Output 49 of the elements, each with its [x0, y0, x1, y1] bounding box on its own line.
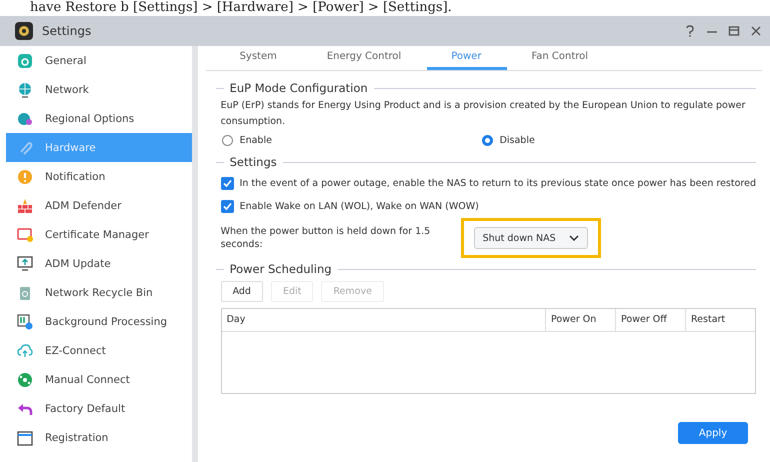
- sidebar-item[interactable]: General: [6, 46, 192, 75]
- sidebar-item[interactable]: Network: [6, 75, 192, 104]
- sidebar-item[interactable]: Background Processing: [6, 307, 192, 336]
- monitor-upload-icon: [17, 256, 33, 272]
- section-title: Power Scheduling: [230, 262, 332, 276]
- sidebar-item[interactable]: Registration: [6, 423, 192, 452]
- cloud-upload-icon: [17, 342, 33, 358]
- sidebar-item[interactable]: Manual Connect: [6, 365, 192, 394]
- help-icon: [684, 25, 696, 37]
- brick-wall-fire-icon: [17, 198, 33, 214]
- network-ball-icon: [17, 372, 33, 388]
- column-header: Power Off: [615, 309, 685, 331]
- globe-icon: [17, 82, 33, 98]
- column-header: Day: [226, 313, 246, 327]
- sidebar-item[interactable]: ADM Defender: [6, 191, 192, 220]
- sidebar-item[interactable]: Regional Options: [6, 104, 192, 133]
- button[interactable]: Add: [220, 281, 263, 302]
- checkbox[interactable]: [220, 177, 234, 190]
- maximize-icon: [728, 25, 740, 37]
- field-label: When the power button is held down for 1.5 seconds:: [220, 225, 432, 251]
- document-caption: have Restore b [Settings] > [Hardware] > [Power] > [Settings].: [29, 0, 453, 16]
- sidebar-item[interactable]: Factory Default: [6, 394, 192, 423]
- checkbox[interactable]: [220, 200, 234, 213]
- apply-button[interactable]: Apply: [678, 422, 748, 444]
- exclamation-icon: [17, 168, 33, 184]
- radio-button[interactable]: [222, 135, 233, 146]
- section-title: EuP Mode Configuration: [230, 81, 368, 95]
- tab[interactable]: Fan Control: [507, 46, 614, 70]
- chevron-down-icon: [568, 235, 579, 241]
- window-title: Settings: [42, 24, 92, 38]
- dropdown[interactable]: Shut down NAS: [474, 227, 588, 249]
- sidebar-item[interactable]: Network Recycle Bin: [6, 278, 192, 307]
- column-header: Power On: [545, 309, 615, 331]
- description-text: EuP (ErP) stands for Energy Using Product and is a provision created by the European Union to regulate power consumption.: [220, 99, 746, 129]
- close-icon: [750, 25, 762, 37]
- radio-label: Enable: [240, 135, 272, 146]
- checkbox-label: In the event of a power outage, enable the NAS to return to its previous state once power has been restored: [240, 178, 756, 189]
- checkbox-label: Enable Wake on LAN (WOL), Wake on WAN (WOW): [240, 201, 479, 212]
- radio-label: Disable: [500, 135, 535, 146]
- sidebar-item[interactable]: EZ-Connect: [6, 336, 192, 365]
- radio-button[interactable]: [482, 135, 493, 146]
- tab[interactable]: Energy Control: [302, 46, 428, 70]
- app-logo-icon: [15, 22, 33, 40]
- column-header: Restart: [685, 309, 755, 331]
- sidebar-item[interactable]: ADM Update: [6, 249, 192, 278]
- tab[interactable]: System: [216, 46, 303, 70]
- sidebar-item[interactable]: Notification: [6, 162, 192, 191]
- sidebar-item[interactable]: Certificate Manager: [6, 220, 192, 249]
- section-title: Settings: [230, 155, 277, 169]
